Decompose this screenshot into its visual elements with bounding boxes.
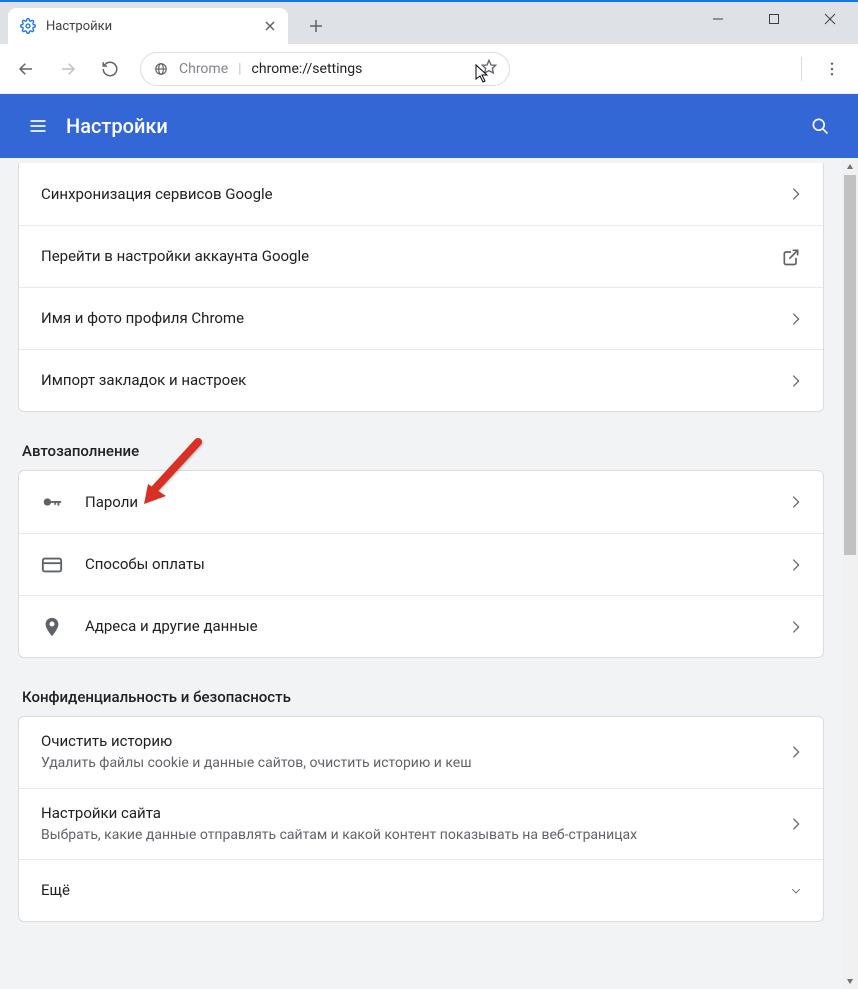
window-controls bbox=[690, 2, 858, 36]
gear-icon bbox=[20, 18, 36, 34]
privacy-card: Очистить историю Удалить файлы cookie и … bbox=[18, 716, 824, 922]
row-addresses[interactable]: Адреса и другие данные bbox=[19, 595, 823, 657]
row-google-account[interactable]: Перейти в настройки аккаунта Google bbox=[19, 225, 823, 287]
settings-title: Настройки bbox=[66, 114, 168, 138]
row-passwords[interactable]: Пароли bbox=[19, 471, 823, 533]
location-pin-icon bbox=[41, 616, 85, 638]
chevron-right-icon bbox=[791, 312, 801, 326]
section-autofill-title: Автозаполнение bbox=[22, 442, 820, 460]
row-title: Адреса и другие данные bbox=[85, 616, 791, 637]
site-info-icon[interactable] bbox=[153, 61, 169, 77]
new-tab-button[interactable] bbox=[302, 12, 330, 40]
row-title: Импорт закладок и настроек bbox=[41, 370, 791, 391]
chevron-down-icon bbox=[791, 884, 801, 898]
external-link-icon bbox=[781, 247, 801, 267]
row-title: Перейти в настройки аккаунта Google bbox=[41, 246, 781, 267]
row-sync-services[interactable]: Синхронизация сервисов Google bbox=[19, 163, 823, 225]
scrollbar[interactable] bbox=[842, 158, 858, 989]
row-site-settings[interactable]: Настройки сайта Выбрать, какие данные от… bbox=[19, 788, 823, 860]
hamburger-menu-button[interactable] bbox=[18, 106, 58, 146]
row-title: Пароли bbox=[85, 492, 791, 513]
reload-button[interactable] bbox=[92, 51, 128, 87]
chevron-right-icon bbox=[791, 620, 801, 634]
row-subtitle: Удалить файлы cookie и данные сайтов, оч… bbox=[41, 754, 791, 774]
row-title: Синхронизация сервисов Google bbox=[41, 184, 791, 205]
chevron-right-icon bbox=[791, 495, 801, 509]
row-title: Очистить историю bbox=[41, 731, 791, 752]
row-profile-name[interactable]: Имя и фото профиля Chrome bbox=[19, 287, 823, 349]
browser-menu-button[interactable] bbox=[814, 51, 850, 87]
back-button[interactable] bbox=[8, 51, 44, 87]
forward-button[interactable] bbox=[50, 51, 86, 87]
address-path: chrome://settings bbox=[252, 61, 363, 77]
window-maximize-button[interactable] bbox=[746, 2, 802, 36]
chevron-right-icon bbox=[791, 817, 801, 831]
tab-close-button[interactable] bbox=[262, 18, 278, 34]
chevron-right-icon bbox=[791, 745, 801, 759]
settings-header: Настройки bbox=[0, 94, 858, 158]
section-privacy-title: Конфиденциальность и безопасность bbox=[22, 688, 820, 706]
scroll-down-button[interactable] bbox=[842, 972, 858, 989]
bookmark-star-icon[interactable] bbox=[481, 59, 497, 79]
autofill-card: Пароли Способы оплаты Адреса и другие да… bbox=[18, 470, 824, 658]
search-button[interactable] bbox=[800, 106, 840, 146]
chevron-right-icon bbox=[791, 187, 801, 201]
row-title: Способы оплаты bbox=[85, 554, 791, 575]
settings-viewport: Синхронизация сервисов Google Перейти в … bbox=[0, 158, 858, 989]
row-title: Ещё bbox=[41, 880, 791, 901]
window-minimize-button[interactable] bbox=[690, 2, 746, 36]
sync-card: Синхронизация сервисов Google Перейти в … bbox=[18, 163, 824, 412]
address-host: Chrome bbox=[179, 61, 228, 77]
row-more[interactable]: Ещё bbox=[19, 859, 823, 921]
row-clear-browsing[interactable]: Очистить историю Удалить файлы cookie и … bbox=[19, 717, 823, 788]
row-title: Настройки сайта bbox=[41, 803, 791, 824]
toolbar-separator bbox=[801, 57, 802, 81]
row-import-bookmarks[interactable]: Импорт закладок и настроек bbox=[19, 349, 823, 411]
address-bar[interactable]: Chrome | chrome://settings bbox=[140, 52, 510, 86]
titlebar: Настройки bbox=[0, 2, 858, 44]
chevron-right-icon bbox=[791, 558, 801, 572]
scroll-up-button[interactable] bbox=[842, 158, 858, 175]
scroll-track[interactable] bbox=[842, 175, 858, 972]
row-payment-methods[interactable]: Способы оплаты bbox=[19, 533, 823, 595]
chevron-right-icon bbox=[791, 374, 801, 388]
browser-tab[interactable]: Настройки bbox=[8, 8, 288, 44]
row-title: Имя и фото профиля Chrome bbox=[41, 308, 791, 329]
credit-card-icon bbox=[41, 554, 85, 576]
scroll-thumb[interactable] bbox=[844, 175, 856, 555]
tab-title: Настройки bbox=[46, 19, 262, 34]
row-subtitle: Выбрать, какие данные отправлять сайтам … bbox=[41, 826, 791, 846]
key-icon bbox=[41, 491, 85, 513]
window-close-button[interactable] bbox=[802, 2, 858, 36]
settings-content: Синхронизация сервисов Google Перейти в … bbox=[0, 158, 842, 989]
address-separator: | bbox=[238, 61, 241, 77]
browser-toolbar: Chrome | chrome://settings bbox=[0, 44, 858, 94]
